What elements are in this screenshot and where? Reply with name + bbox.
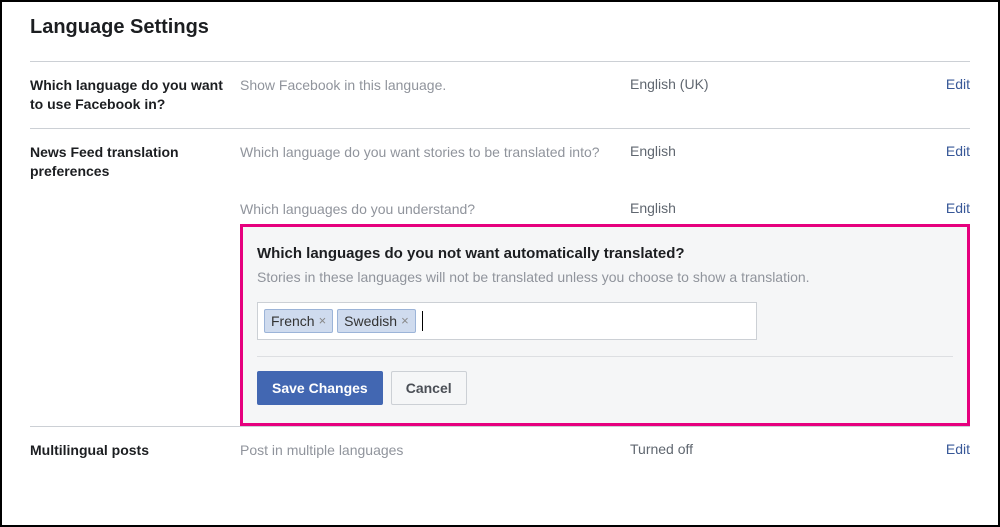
panel-title: Which languages do you not want automati… [257, 245, 953, 262]
divider [257, 356, 953, 357]
save-changes-button[interactable]: Save Changes [257, 371, 383, 405]
token-remove-icon[interactable]: × [319, 314, 327, 327]
setting-row-multilingual-posts: Multilingual posts Post in multiple lang… [30, 426, 970, 475]
text-caret [422, 311, 423, 331]
edit-link[interactable]: Edit [936, 200, 970, 216]
setting-subrow-understand: Which languages do you understand? Engli… [240, 174, 970, 220]
token-remove-icon[interactable]: × [401, 314, 409, 327]
setting-value: Turned off [630, 441, 936, 457]
setting-description: Which language do you want stories to be… [240, 143, 630, 163]
setting-label: Which language do you want to use Facebo… [30, 76, 240, 114]
setting-description: Which languages do you understand? [240, 200, 630, 220]
setting-description: Show Facebook in this language. [240, 76, 630, 96]
setting-row-facebook-language: Which language do you want to use Facebo… [30, 61, 970, 128]
setting-value: English (UK) [630, 76, 936, 92]
setting-row-translation-preferences: News Feed translation preferences Which … [30, 128, 970, 220]
language-token: Swedish × [337, 309, 416, 333]
language-token: French × [264, 309, 333, 333]
setting-value: English [630, 143, 936, 159]
language-token-input[interactable]: French × Swedish × [257, 302, 757, 340]
edit-link[interactable]: Edit [936, 143, 970, 159]
page-title: Language Settings [30, 16, 970, 61]
setting-value: English [630, 200, 936, 216]
edit-link[interactable]: Edit [936, 76, 970, 92]
setting-expanded-not-translate: Which languages do you not want automati… [30, 224, 970, 426]
setting-label: Multilingual posts [30, 441, 240, 460]
edit-link[interactable]: Edit [936, 441, 970, 457]
setting-description: Post in multiple languages [240, 441, 630, 461]
panel-description: Stories in these languages will not be t… [257, 268, 953, 288]
token-label: French [271, 313, 315, 329]
setting-subrow-translate-into: Which language do you want stories to be… [240, 143, 970, 175]
token-label: Swedish [344, 313, 397, 329]
cancel-button[interactable]: Cancel [391, 371, 467, 405]
setting-label: News Feed translation preferences [30, 143, 240, 181]
